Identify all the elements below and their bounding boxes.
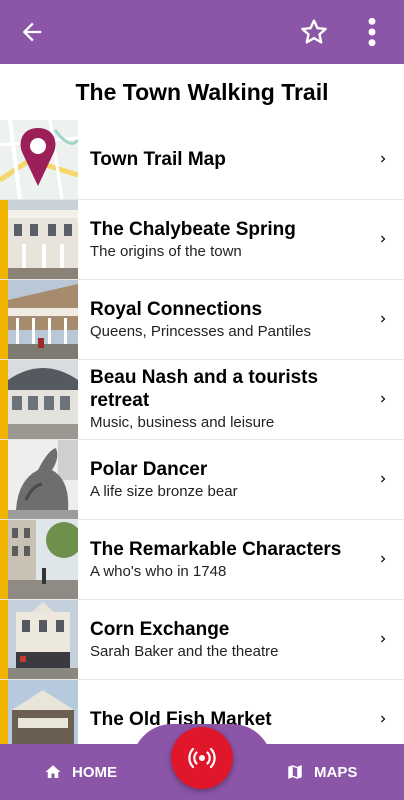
list-item-subtitle: A life size bronze bear	[90, 482, 238, 500]
trail-list: Town Trail Map The Chalybeate Spring The…	[0, 120, 404, 744]
list-item-title: Polar Dancer	[90, 458, 208, 480]
photo-thumbnail	[8, 200, 78, 279]
chevron-right-icon	[381, 155, 386, 163]
chevron-right-icon	[381, 395, 386, 403]
list-item-town-trail-map[interactable]: Town Trail Map	[0, 120, 404, 200]
list-item-title: Town Trail Map	[90, 149, 226, 170]
accent-bar	[0, 600, 8, 679]
list-item-remarkable-characters[interactable]: The Remarkable Characters A who's who in…	[0, 520, 404, 600]
list-item-subtitle: A who's who in 1748	[90, 562, 227, 580]
photo-thumbnail	[8, 360, 78, 439]
photo-thumbnail	[8, 680, 78, 744]
nav-home-label: HOME	[72, 763, 117, 781]
list-item-chalybeate-spring[interactable]: The Chalybeate Spring The origins of the…	[0, 200, 404, 280]
photo-thumbnail	[8, 280, 78, 359]
accent-bar	[0, 200, 8, 279]
list-item-title: The Remarkable Characters	[90, 538, 342, 560]
chevron-right-icon	[381, 715, 386, 723]
photo-thumbnail	[8, 600, 78, 679]
map-thumbnail	[0, 120, 78, 199]
nav-home[interactable]: HOME	[44, 744, 117, 800]
photo-thumbnail	[8, 520, 78, 599]
list-item-subtitle: Sarah Baker and the theatre	[90, 642, 279, 660]
accent-bar	[0, 360, 8, 439]
list-item-subtitle: The origins of the town	[90, 242, 242, 260]
list-item-text: Royal Connections Queens, Princesses and…	[90, 280, 364, 359]
list-item-beau-nash[interactable]: Beau Nash and a tourists retreat Music, …	[0, 360, 404, 440]
accent-bar	[0, 440, 8, 519]
list-item-title: Royal Connections	[90, 298, 263, 320]
accent-bar	[0, 520, 8, 599]
more-vert-icon[interactable]	[362, 16, 382, 48]
list-item-title: The Chalybeate Spring	[90, 218, 296, 240]
arrow-back-icon[interactable]	[18, 18, 46, 46]
list-item-royal-connections[interactable]: Royal Connections Queens, Princesses and…	[0, 280, 404, 360]
chevron-right-icon	[381, 555, 386, 563]
broadcast-button[interactable]	[171, 727, 233, 789]
nav-maps[interactable]: MAPS	[286, 744, 357, 800]
list-item-text: Polar Dancer A life size bronze bear	[90, 440, 364, 519]
app-bar	[0, 0, 404, 64]
map-icon	[288, 765, 302, 779]
list-item-subtitle: Queens, Princesses and Pantiles	[90, 322, 311, 340]
star-outline-icon[interactable]	[298, 16, 330, 48]
broadcast-icon	[188, 747, 216, 769]
list-item-corn-exchange[interactable]: Corn Exchange Sarah Baker and the theatr…	[0, 600, 404, 680]
nav-maps-label: MAPS	[314, 763, 358, 781]
home-icon	[45, 765, 61, 778]
list-item-text: Town Trail Map	[90, 120, 364, 199]
chevron-right-icon	[381, 635, 386, 643]
list-item-text: Corn Exchange Sarah Baker and the theatr…	[90, 600, 364, 679]
chevron-right-icon	[381, 315, 386, 323]
list-item-text: The Chalybeate Spring The origins of the…	[90, 200, 364, 279]
chevron-right-icon	[381, 235, 386, 243]
list-item-title: Beau Nash and a tourists retreat	[90, 367, 319, 411]
list-item-text: Beau Nash and a tourists retreat Music, …	[90, 360, 364, 439]
list-item-title: Corn Exchange	[90, 618, 230, 640]
list-item-text: The Remarkable Characters A who's who in…	[90, 520, 364, 599]
list-item-polar-dancer[interactable]: Polar Dancer A life size bronze bear	[0, 440, 404, 520]
page-title: The Town Walking Trail	[75, 78, 329, 105]
photo-thumbnail	[8, 440, 78, 519]
accent-bar	[0, 280, 8, 359]
chevron-right-icon	[381, 475, 386, 483]
accent-bar	[0, 680, 8, 744]
list-item-subtitle: Music, business and leisure	[90, 414, 275, 431]
